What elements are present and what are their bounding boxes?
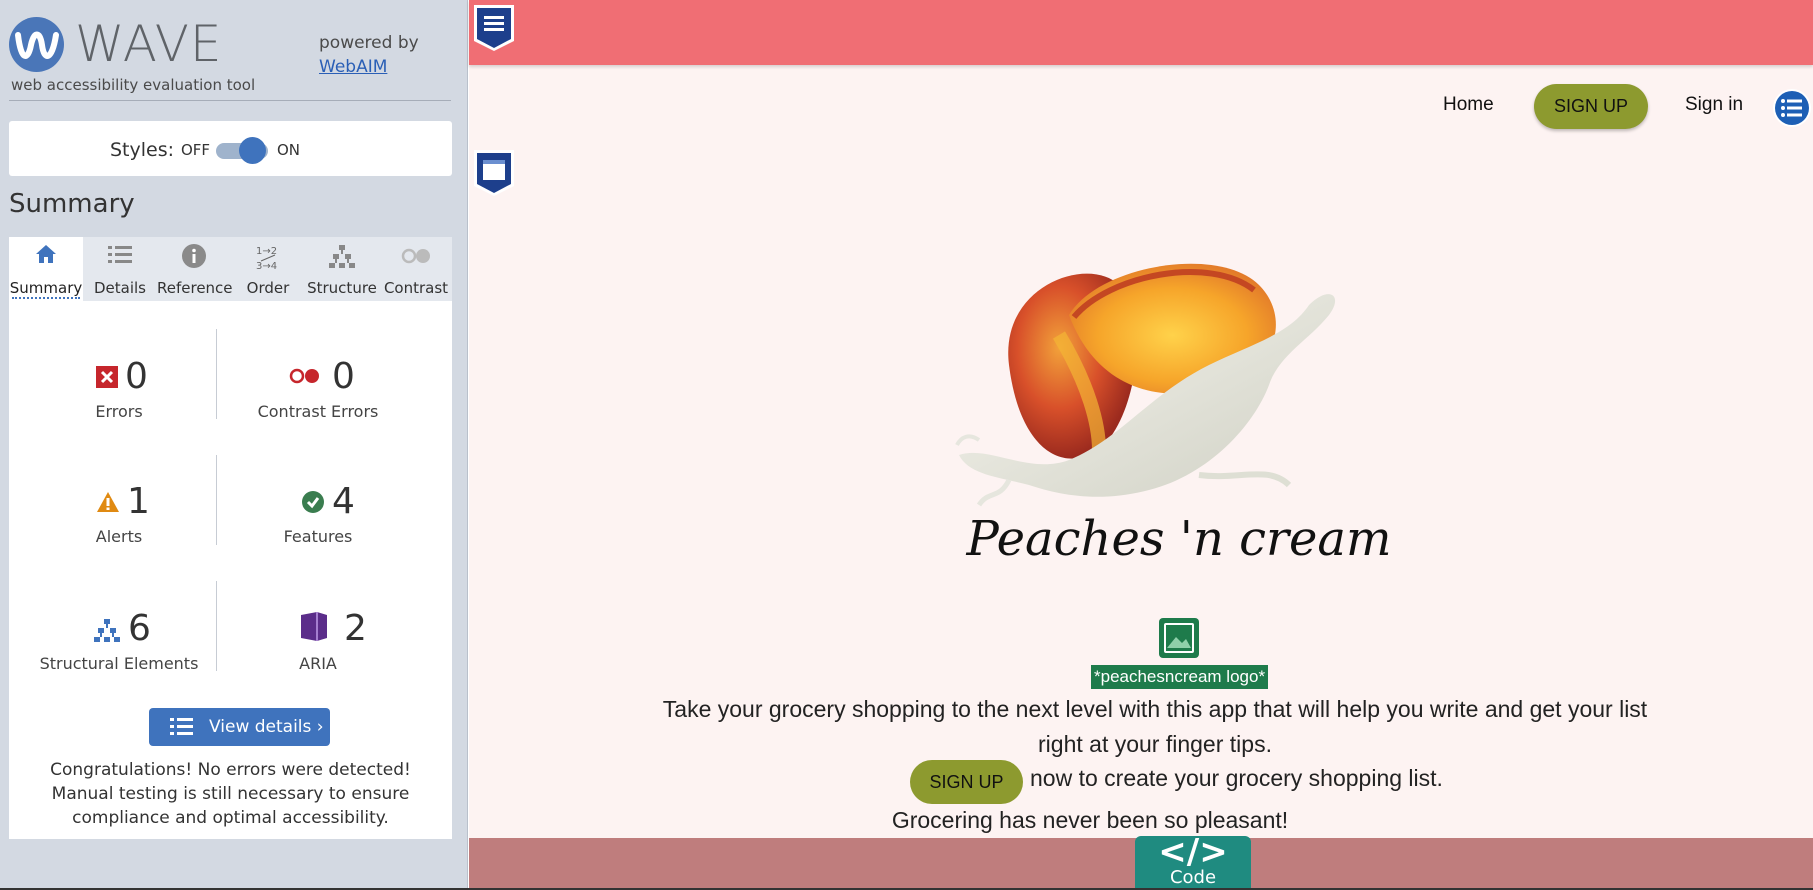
evaluated-page: Home SIGN UP Sign in Peaches 'n cream *p… bbox=[469, 0, 1813, 890]
contrast-error-icon bbox=[288, 366, 322, 391]
aria-label: ARIA bbox=[299, 654, 337, 673]
structure-icon bbox=[93, 618, 121, 649]
tagline: Take your grocery shopping to the next l… bbox=[662, 696, 1648, 757]
tab-order-label: Order bbox=[246, 279, 290, 297]
header-divider bbox=[9, 100, 451, 101]
wave-nav-marker-icon[interactable] bbox=[472, 148, 514, 196]
alert-icon bbox=[96, 491, 120, 518]
alt-text-tag: *peachesncream logo* bbox=[1091, 665, 1269, 689]
peaches-n-cream-logo: Peaches 'n cream bbox=[955, 263, 1392, 567]
error-icon bbox=[96, 366, 118, 393]
tab-structure-label: Structure bbox=[307, 279, 377, 297]
contrast-icon bbox=[399, 243, 433, 273]
congratulations-message: Congratulations! No errors were detected… bbox=[50, 760, 411, 828]
tab-order[interactable]: 1→2 3→4 Order bbox=[231, 237, 305, 301]
wave-subtitle: web accessibility evaluation tool bbox=[11, 76, 256, 94]
alerts-label: Alerts bbox=[95, 527, 143, 546]
code-label: Code bbox=[1169, 867, 1217, 888]
home-icon bbox=[35, 243, 57, 269]
tab-details-label: Details bbox=[93, 279, 146, 297]
tab-contrast[interactable]: Contrast bbox=[379, 237, 453, 301]
powered-by-text: powered by bbox=[319, 33, 419, 53]
structural-count: 6 bbox=[128, 608, 151, 649]
tab-details[interactable]: Details bbox=[83, 237, 157, 301]
errors-label: Errors bbox=[95, 402, 143, 421]
code-toggle-button[interactable]: </> Code bbox=[1135, 832, 1251, 890]
wave-list-marker-icon[interactable] bbox=[1772, 88, 1812, 133]
tab-contrast-label: Contrast bbox=[383, 279, 449, 297]
features-count: 4 bbox=[332, 481, 355, 522]
aria-icon bbox=[299, 611, 329, 646]
body-signup-button[interactable]: SIGN UP bbox=[910, 760, 1023, 804]
tab-reference[interactable]: Reference bbox=[157, 237, 233, 301]
wave-logo-icon bbox=[9, 17, 64, 72]
feature-check-icon bbox=[302, 491, 324, 518]
stat-alerts[interactable]: 1 Alerts bbox=[19, 481, 219, 546]
summary-panel: 0 Errors 0 Contrast Errors 1 Alerts 4 Fe… bbox=[9, 301, 452, 839]
errors-count: 0 bbox=[125, 356, 148, 397]
stat-aria[interactable]: 2 ARIA bbox=[218, 608, 418, 673]
wave-sidebar: WAVE web accessibility evaluation tool p… bbox=[0, 0, 468, 888]
tab-structure[interactable]: Structure bbox=[305, 237, 379, 301]
styles-toggle-panel: Styles: OFF ON bbox=[9, 121, 452, 176]
alerts-count: 1 bbox=[127, 481, 150, 522]
features-label: Features bbox=[283, 527, 353, 546]
stat-contrast-errors[interactable]: 0 Contrast Errors bbox=[218, 356, 418, 421]
summary-heading: Summary bbox=[9, 189, 135, 219]
code-icon: </> bbox=[1158, 832, 1228, 872]
view-details-button[interactable]: View details › bbox=[149, 708, 330, 746]
styles-toggle-knob[interactable] bbox=[239, 137, 266, 164]
list-icon bbox=[169, 716, 195, 743]
wave-header-marker-icon[interactable] bbox=[472, 3, 514, 51]
tab-summary-label: Summary bbox=[9, 279, 83, 297]
svg-text:3→4: 3→4 bbox=[256, 261, 277, 272]
nav-home-link[interactable]: Home bbox=[1443, 94, 1494, 116]
nav-signin-link[interactable]: Sign in bbox=[1685, 94, 1743, 116]
styles-on-label: ON bbox=[277, 141, 301, 159]
stat-features[interactable]: 4 Features bbox=[218, 481, 418, 546]
nav-signup-button[interactable]: SIGN UP bbox=[1534, 84, 1648, 129]
wave-image-alt-icon[interactable] bbox=[1158, 617, 1200, 664]
aria-count: 2 bbox=[344, 608, 367, 649]
contrast-errors-count: 0 bbox=[332, 356, 355, 397]
info-icon bbox=[181, 243, 207, 273]
styles-label: Styles: bbox=[110, 139, 175, 161]
contrast-errors-label: Contrast Errors bbox=[257, 402, 379, 421]
view-details-label: View details › bbox=[209, 717, 324, 737]
structure-icon bbox=[328, 243, 356, 275]
active-tab-indicator bbox=[12, 297, 80, 299]
signup-line-text: now to create your grocery shopping list… bbox=[1030, 765, 1443, 791]
top-banner bbox=[469, 0, 1813, 65]
webaim-link[interactable]: WebAIM bbox=[319, 57, 387, 77]
structural-label: Structural Elements bbox=[39, 654, 199, 673]
tab-reference-label: Reference bbox=[157, 279, 233, 297]
pleasant-line-text: Grocering has never been so pleasant! bbox=[891, 807, 1289, 833]
wave-tabbar: Summary Details Reference 1→2 3→4 Order … bbox=[9, 237, 452, 301]
logo-script-text: Peaches 'n cream bbox=[966, 511, 1392, 567]
stat-errors[interactable]: 0 Errors bbox=[19, 356, 219, 421]
wave-title: WAVE bbox=[75, 15, 223, 73]
styles-off-label: OFF bbox=[181, 141, 211, 159]
list-icon bbox=[107, 243, 133, 271]
tab-summary[interactable]: Summary bbox=[9, 237, 83, 301]
stat-structural-elements[interactable]: 6 Structural Elements bbox=[19, 608, 219, 673]
order-icon: 1→2 3→4 bbox=[253, 243, 283, 277]
